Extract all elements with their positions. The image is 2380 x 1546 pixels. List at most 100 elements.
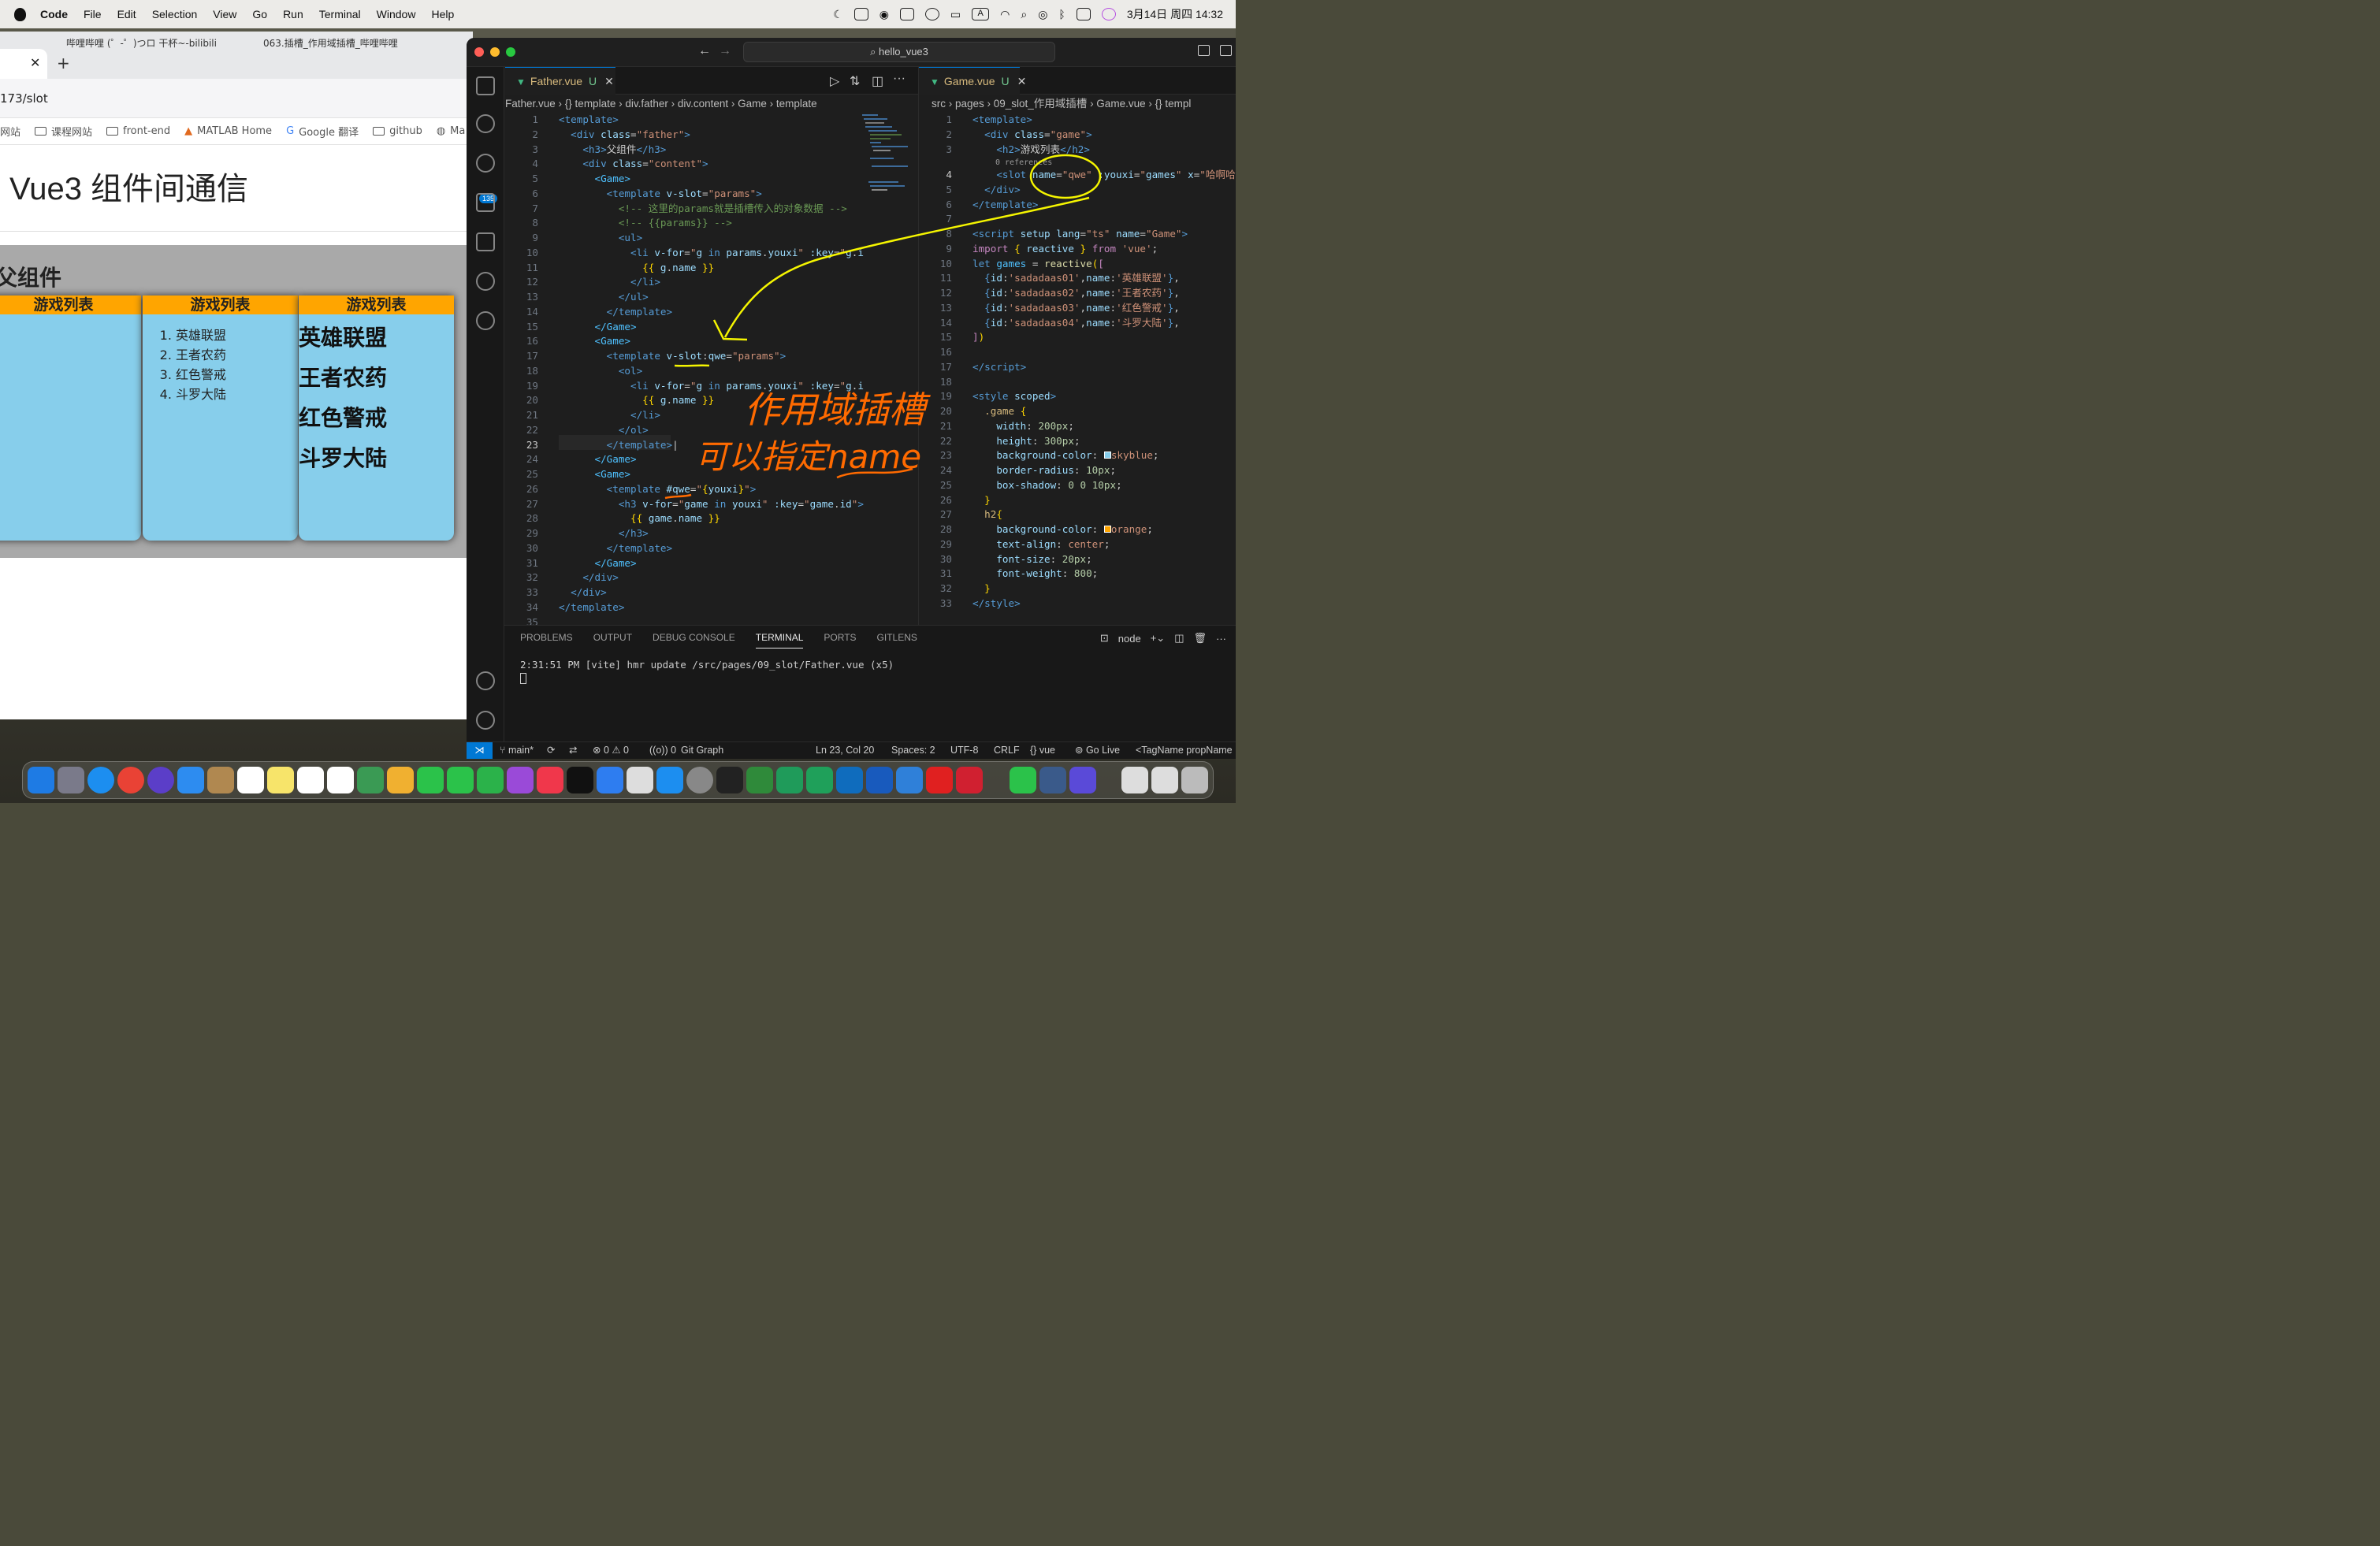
trash-icon[interactable]: 🗑 [1193,632,1207,645]
menu-window[interactable]: Window [377,8,416,20]
toggle-sidebar-icon[interactable] [1198,45,1210,56]
outlook-icon[interactable] [836,767,863,793]
battery-icon[interactable]: ▭ [950,8,961,21]
contacts-icon[interactable] [207,767,234,793]
minimize-window-button[interactable] [490,47,500,57]
tab-output[interactable]: OUTPUT [593,632,632,649]
textedit-icon[interactable] [627,767,653,793]
more-actions-icon[interactable]: ··· [893,72,906,86]
clion-icon[interactable] [776,767,803,793]
gitlens-icon[interactable] [476,311,495,330]
tab-problems[interactable]: PROBLEMS [520,632,573,649]
indentation[interactable]: Spaces: 2 [891,742,935,759]
system-settings-icon[interactable] [686,767,713,793]
bookmark-5[interactable]: G Google 翻译 [286,124,359,139]
settings-gear-icon[interactable] [476,711,495,730]
remote-indicator-icon[interactable]: ⋊ [467,742,493,759]
android-studio-icon[interactable] [746,767,773,793]
launchpad-icon[interactable] [58,767,84,793]
run-icon[interactable]: ▷ [830,73,839,89]
bookmark-4[interactable]: ▲ MATLAB Home [184,125,272,137]
git-compare-icon[interactable]: ⇄ [569,742,577,759]
vscode-icon[interactable] [896,767,923,793]
pycharm-icon[interactable] [806,767,833,793]
freeform-icon[interactable] [297,767,324,793]
new-terminal-icon[interactable]: +⌄ [1151,632,1165,645]
word-icon[interactable] [866,767,893,793]
minimap[interactable] [861,113,916,207]
terminal-name[interactable]: node [1118,633,1141,645]
facetime-icon[interactable] [417,767,444,793]
chrome-icon[interactable] [117,767,144,793]
end-of-line[interactable]: CRLF [994,742,1020,759]
screenshot-icon[interactable] [1039,767,1066,793]
messages-icon[interactable] [447,767,474,793]
chat-app-icon[interactable] [1069,767,1096,793]
menubar-clock[interactable]: 3月14日 周四 14:32 [1127,6,1223,22]
close-tab-icon[interactable]: ✕ [604,75,614,87]
more-actions-icon[interactable]: ··· [1216,633,1226,645]
extensions-icon[interactable] [476,232,495,251]
cursor-position[interactable]: Ln 23, Col 20 [816,742,874,759]
father-vue-editor[interactable]: 1 <template> 2 <div class="father"> 3 <h3… [505,113,918,661]
toggle-panel-icon[interactable] [1220,45,1232,56]
forward-arrow-icon[interactable]: → [719,44,731,58]
breadcrumb[interactable]: src › pages › 09_slot_作用域插槽 › Game.vue ›… [932,95,1236,113]
numbers-icon[interactable] [477,767,504,793]
bookmark-3[interactable]: front-end [106,125,170,137]
podcasts-icon[interactable] [507,767,534,793]
menu-terminal[interactable]: Terminal [319,8,361,20]
terminal-output[interactable]: 2:31:51 PM [vite] hmr update /src/pages/… [520,659,894,671]
netease-music-icon[interactable] [926,767,953,793]
menu-edit[interactable]: Edit [117,8,136,20]
browser-tab-bilibili[interactable]: 哔哩哔哩 (゜-゜)つロ 干杯~-bilibili [66,36,232,54]
game-vue-editor[interactable]: 1 <template> 2 <div class="game"> 3 <h2>游… [919,113,1236,661]
menu-go[interactable]: Go [252,8,267,20]
tab-terminal[interactable]: TERMINAL [755,632,804,649]
keynote-icon[interactable] [597,767,623,793]
bookmark-7[interactable]: ◍ Ma [437,125,466,137]
photos-icon[interactable] [387,767,414,793]
maps-icon[interactable] [357,767,384,793]
siri-icon[interactable] [147,767,174,793]
airdrop-icon[interactable]: ◎ [1038,8,1047,21]
split-editor-icon[interactable]: ◫ [872,73,883,89]
intellij-icon[interactable] [716,767,743,793]
app-menu[interactable]: Code [40,8,68,20]
breadcrumb[interactable]: Father.vue › {} template › div.father › … [505,95,918,113]
folder-stack-icon[interactable] [1121,767,1148,793]
command-center-search[interactable]: ⌕ hello_vue3 [743,42,1055,62]
music-icon[interactable] [537,767,563,793]
zoom-window-button[interactable] [506,47,515,57]
menu-run[interactable]: Run [283,8,303,20]
git-graph-button[interactable]: Git Graph [681,742,723,759]
menu-view[interactable]: View [213,8,236,20]
app-store-icon[interactable] [656,767,683,793]
account-icon[interactable] [476,671,495,690]
browser-tab-video[interactable]: 063.插槽_作用域插槽_哔哩哔哩 [263,36,429,54]
source-control-icon[interactable] [476,154,495,173]
bookmark-1[interactable]: 网站 [0,124,20,139]
notes-icon[interactable] [267,767,294,793]
trash-icon[interactable] [1181,767,1208,793]
siri-icon[interactable] [1101,8,1116,20]
wifi-icon[interactable]: ◠ [1000,8,1010,21]
tab-gitlens[interactable]: GITLENS [877,632,917,649]
stage-manager-icon[interactable] [899,8,914,20]
wechat-icon[interactable] [1010,767,1036,793]
new-tab-icon[interactable]: + [57,54,70,72]
finder-icon[interactable] [28,767,54,793]
encoding[interactable]: UTF-8 [950,742,978,759]
tab-game-vue[interactable]: ▼ Game.vue U ✕ [919,67,1026,95]
language-mode[interactable]: {} vue [1030,742,1055,759]
wechat-icon[interactable]: ◉ [879,8,889,21]
branch-indicator[interactable]: ⑂ main* [500,742,534,759]
tab-debug-console[interactable]: DEBUG CONSOLE [653,632,735,649]
apple-logo-icon[interactable] [14,7,26,21]
run-debug-icon[interactable] [476,193,495,212]
safari-icon[interactable] [87,767,114,793]
tv-icon[interactable] [567,767,593,793]
close-window-button[interactable] [474,47,484,57]
calendar-icon[interactable] [237,767,264,793]
downloads-stack-icon[interactable] [1151,767,1178,793]
